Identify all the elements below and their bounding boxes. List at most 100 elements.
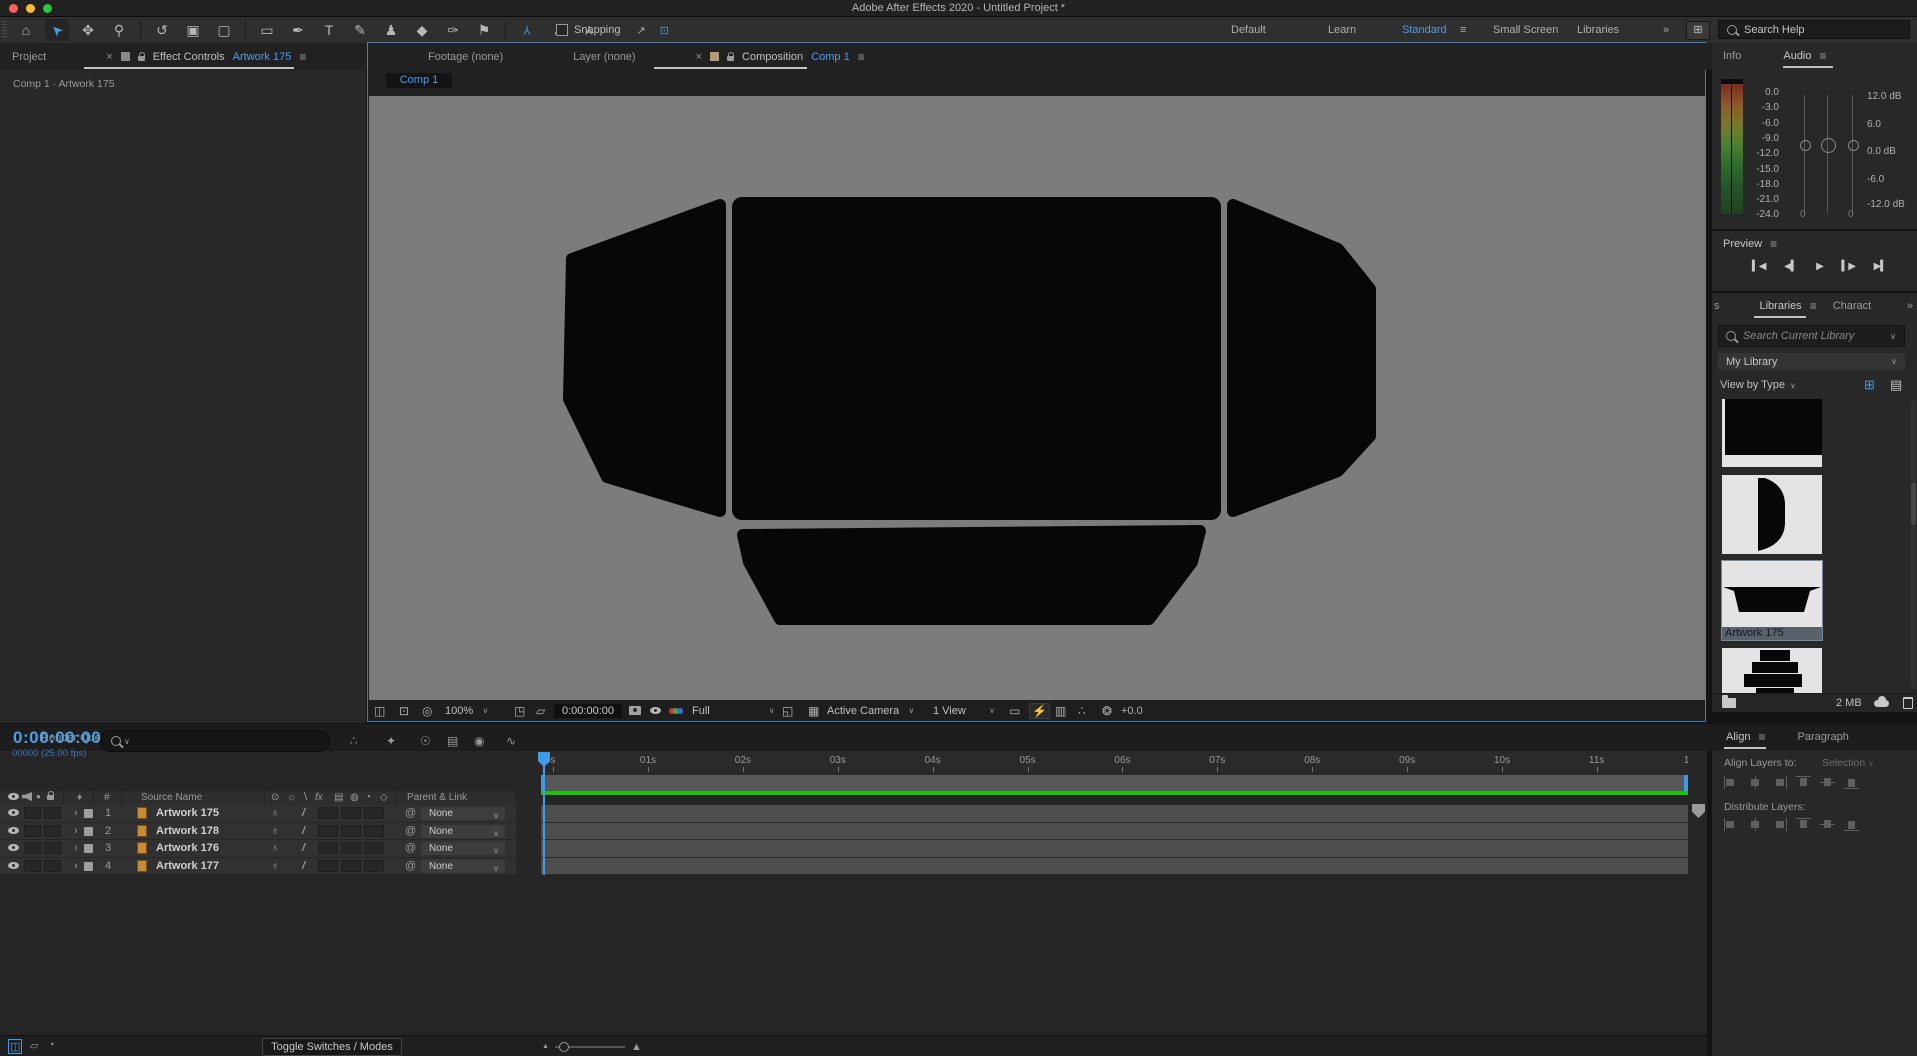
magnification-icon[interactable]: ◎ xyxy=(422,700,432,721)
layer-visibility-icon[interactable] xyxy=(8,807,19,819)
layer-visibility-icon[interactable] xyxy=(8,860,19,872)
home-tool[interactable]: ⌂ xyxy=(14,19,38,41)
time-ruler[interactable]: 0s01s02s03s04s05s06s07s08s09s10s11s12s xyxy=(541,752,1688,776)
workspace-standard[interactable]: Standard xyxy=(1402,17,1447,43)
distribute-button[interactable] xyxy=(1772,818,1787,831)
play-button[interactable]: ▶ xyxy=(1816,261,1823,272)
next-frame-button[interactable]: ▍▶ xyxy=(1842,261,1855,272)
scrollbar-thumb[interactable] xyxy=(1911,483,1916,525)
apps-grid-icon[interactable]: ⊞ xyxy=(1686,21,1710,40)
layer-switch-cell[interactable] xyxy=(24,842,41,854)
tab-project[interactable]: Project xyxy=(12,51,46,63)
resolution-select[interactable]: Full∨ xyxy=(692,700,775,721)
layer-switch-cell[interactable] xyxy=(341,842,361,854)
layer-visibility-icon[interactable] xyxy=(8,825,19,837)
brush-tool[interactable]: ✎ xyxy=(348,19,372,41)
workspace-learn[interactable]: Learn xyxy=(1328,17,1356,43)
align-button[interactable] xyxy=(1820,776,1835,789)
tab-composition-name[interactable]: Comp 1 xyxy=(811,51,850,63)
layer-switch-cell[interactable] xyxy=(24,807,41,819)
layer-switch-cell[interactable] xyxy=(364,860,384,872)
clone-stamp-tool[interactable]: ♟ xyxy=(379,19,403,41)
slider-knob[interactable] xyxy=(1821,138,1836,153)
previous-frame-button[interactable]: ◀▍ xyxy=(1784,261,1797,272)
layer-switch-cell[interactable] xyxy=(44,807,61,819)
playhead[interactable] xyxy=(543,752,545,875)
layer-switch-cell[interactable] xyxy=(364,842,384,854)
rotation-tool[interactable]: ↺ xyxy=(150,19,174,41)
layer-switch-cell[interactable] xyxy=(44,860,61,872)
workspace-libraries[interactable]: Libraries xyxy=(1577,17,1619,43)
frame-blend-icon[interactable]: ▤ xyxy=(447,734,458,748)
workspace-menu-icon[interactable]: ≡ xyxy=(1460,17,1466,43)
eraser-tool[interactable]: ◆ xyxy=(410,19,434,41)
flowchart-icon[interactable]: ∴ xyxy=(1078,700,1086,721)
comp-marker-bin-icon[interactable] xyxy=(1692,804,1705,818)
layer-expand-icon[interactable]: › xyxy=(74,825,78,837)
layer-label-chip[interactable] xyxy=(84,809,93,818)
toggle-switches-modes-button[interactable]: Toggle Switches / Modes xyxy=(262,1038,402,1056)
tab-character[interactable]: Charact xyxy=(1833,300,1872,312)
panel-menu-icon[interactable]: ≡ xyxy=(1820,49,1827,63)
comp-navigator-chip[interactable]: Comp 1 xyxy=(386,73,452,88)
parent-select[interactable]: None∨ xyxy=(421,807,505,820)
layer-duration-bar[interactable] xyxy=(541,823,1688,841)
right-level-slider[interactable] xyxy=(1852,95,1853,213)
roi-icon[interactable]: ◳ xyxy=(514,700,525,721)
zoom-slider-track[interactable] xyxy=(555,1046,625,1048)
layer-name[interactable]: Artwork 177 xyxy=(156,860,219,872)
panel-overflow-icon[interactable]: » xyxy=(1907,300,1913,312)
exposure-value[interactable]: +0.0 xyxy=(1121,700,1143,721)
layer-switch-cell[interactable] xyxy=(24,825,41,837)
exposure-shutter-icon[interactable]: ❂ xyxy=(1102,700,1112,721)
lock-icon[interactable] xyxy=(727,56,734,61)
layer-duration-bar[interactable] xyxy=(541,840,1688,858)
parent-pickwhip-icon[interactable]: @ xyxy=(405,860,416,872)
current-time-box[interactable]: 0:00:00:00 xyxy=(554,700,622,721)
draft-3d-icon[interactable]: ✦ xyxy=(386,734,396,748)
parent-select[interactable]: None∨ xyxy=(421,825,505,838)
quality-icon[interactable]: / xyxy=(302,842,305,854)
grid-view-icon[interactable]: ⊞ xyxy=(1864,377,1875,393)
layer-label-chip[interactable] xyxy=(84,862,93,871)
layer-switch-cell[interactable] xyxy=(318,860,338,872)
tab-footage[interactable]: Footage (none) xyxy=(428,51,503,63)
distribute-button[interactable] xyxy=(1820,818,1835,831)
workspace-overflow-icon[interactable]: » xyxy=(1663,17,1669,43)
layer-duration-bar[interactable] xyxy=(541,805,1688,823)
view-by-type[interactable]: View by Type ∨ xyxy=(1720,377,1796,393)
collapse-transformations-icon[interactable]: ♁ xyxy=(271,842,279,854)
pen-tool[interactable]: ✒ xyxy=(286,19,310,41)
align-button[interactable] xyxy=(1844,776,1859,789)
camera-tool[interactable]: ▣ xyxy=(181,19,205,41)
pan-behind-tool[interactable]: ▢ xyxy=(212,19,236,41)
layer-switch-cell[interactable] xyxy=(318,842,338,854)
trash-icon[interactable] xyxy=(1903,697,1913,709)
show-snapshot-icon[interactable] xyxy=(650,700,661,721)
layer-expand-icon[interactable]: › xyxy=(74,842,78,854)
cloud-sync-icon[interactable] xyxy=(1874,700,1889,707)
library-item[interactable] xyxy=(1722,475,1822,554)
graph-editor-icon[interactable]: ∿ xyxy=(506,734,516,748)
library-item-selected[interactable]: Artwork 175 xyxy=(1722,561,1822,640)
source-name-column[interactable]: Source Name xyxy=(141,792,202,803)
snap-box-icon[interactable]: ⊡ xyxy=(660,24,669,37)
workspace-small-screen[interactable]: Small Screen xyxy=(1493,17,1558,43)
zoom-level-select[interactable]: 100% ∨ xyxy=(445,700,488,721)
layer-row[interactable]: ›2Artwork 178♁/@None∨ xyxy=(0,823,516,841)
last-frame-button[interactable]: ▶▍ xyxy=(1874,261,1887,272)
collapse-transformations-icon[interactable]: ♁ xyxy=(271,807,279,819)
composition-viewport[interactable] xyxy=(369,96,1705,700)
layer-name[interactable]: Artwork 176 xyxy=(156,842,219,854)
align-button[interactable] xyxy=(1724,776,1739,789)
collapse-transformations-icon[interactable]: ♁ xyxy=(271,860,279,872)
timeline-current-time[interactable]: 0:00:00:00 xyxy=(13,728,101,748)
zoom-in-mountain-icon[interactable]: ▲ xyxy=(631,1041,642,1053)
layer-visibility-icon[interactable] xyxy=(8,842,19,854)
master-level-slider[interactable] xyxy=(1827,95,1828,213)
tab-effect-controls[interactable]: Effect Controls xyxy=(153,51,225,63)
align-button[interactable] xyxy=(1748,776,1763,789)
layer-label-chip[interactable] xyxy=(84,827,93,836)
collapse-transformations-icon[interactable]: ♁ xyxy=(271,825,279,837)
tab-preview[interactable]: Preview xyxy=(1723,238,1762,250)
